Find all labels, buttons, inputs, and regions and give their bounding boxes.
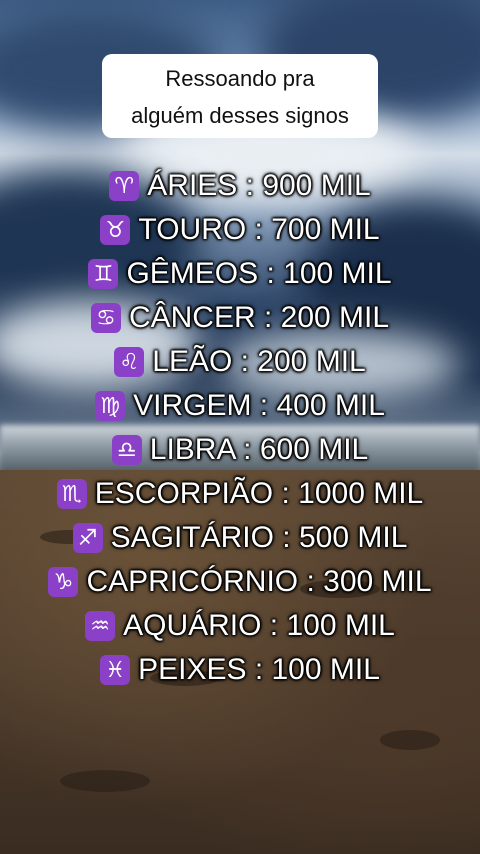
list-item: ♑ CAPRICÓRNIO : 300 MIL — [0, 560, 480, 604]
list-item: ♈ ÁRIES : 900 MIL — [0, 164, 480, 208]
list-item: ♍ VIRGEM : 400 MIL — [0, 384, 480, 428]
caption-line-1: Ressoando pra — [165, 66, 315, 91]
list-item: ♎ LIBRA : 600 MIL — [0, 428, 480, 472]
sign-text: CÂNCER : 200 MIL — [128, 301, 390, 334]
list-item: ♉ TOURO : 700 MIL — [0, 208, 480, 252]
gemini-icon: ♊ — [88, 259, 119, 289]
scorpio-icon: ♏ — [56, 479, 87, 509]
sign-text: LIBRA : 600 MIL — [149, 433, 369, 466]
aquarius-icon: ♒ — [85, 611, 116, 641]
list-item: ♊ GÊMEOS : 100 MIL — [0, 252, 480, 296]
list-item: ♓ PEIXES : 100 MIL — [0, 648, 480, 692]
list-item: ♏ ESCORPIÃO : 1000 MIL — [0, 472, 480, 516]
sagittarius-icon: ♐ — [72, 523, 103, 553]
rock — [60, 770, 150, 792]
sign-text: ÁRIES : 900 MIL — [147, 169, 371, 202]
aries-icon: ♈ — [109, 171, 140, 201]
sign-text: PEIXES : 100 MIL — [138, 653, 380, 686]
rock — [380, 730, 440, 750]
list-item: ♌ LEÃO : 200 MIL — [0, 340, 480, 384]
list-item: ♋ CÂNCER : 200 MIL — [0, 296, 480, 340]
sign-text: VIRGEM : 400 MIL — [133, 389, 385, 422]
list-item: ♒ AQUÁRIO : 100 MIL — [0, 604, 480, 648]
pisces-icon: ♓ — [100, 655, 131, 685]
sign-text: ESCORPIÃO : 1000 MIL — [94, 477, 424, 510]
virgo-icon: ♍ — [95, 391, 126, 421]
sign-text: LEÃO : 200 MIL — [152, 345, 366, 378]
taurus-icon: ♉ — [100, 215, 131, 245]
cancer-icon: ♋ — [90, 303, 121, 333]
caption-box: Ressoando pra alguém desses signos — [102, 54, 378, 138]
leo-icon: ♌ — [114, 347, 145, 377]
capricorn-icon: ♑ — [48, 567, 79, 597]
sign-text: SAGITÁRIO : 500 MIL — [110, 521, 408, 554]
libra-icon: ♎ — [111, 435, 142, 465]
list-item: ♐ SAGITÁRIO : 500 MIL — [0, 516, 480, 560]
sign-text: GÊMEOS : 100 MIL — [126, 257, 392, 290]
sign-text: TOURO : 700 MIL — [138, 213, 380, 246]
sign-text: AQUÁRIO : 100 MIL — [123, 609, 395, 642]
caption-line-2: alguém desses signos — [131, 103, 349, 128]
sign-text: CAPRICÓRNIO : 300 MIL — [86, 565, 432, 598]
